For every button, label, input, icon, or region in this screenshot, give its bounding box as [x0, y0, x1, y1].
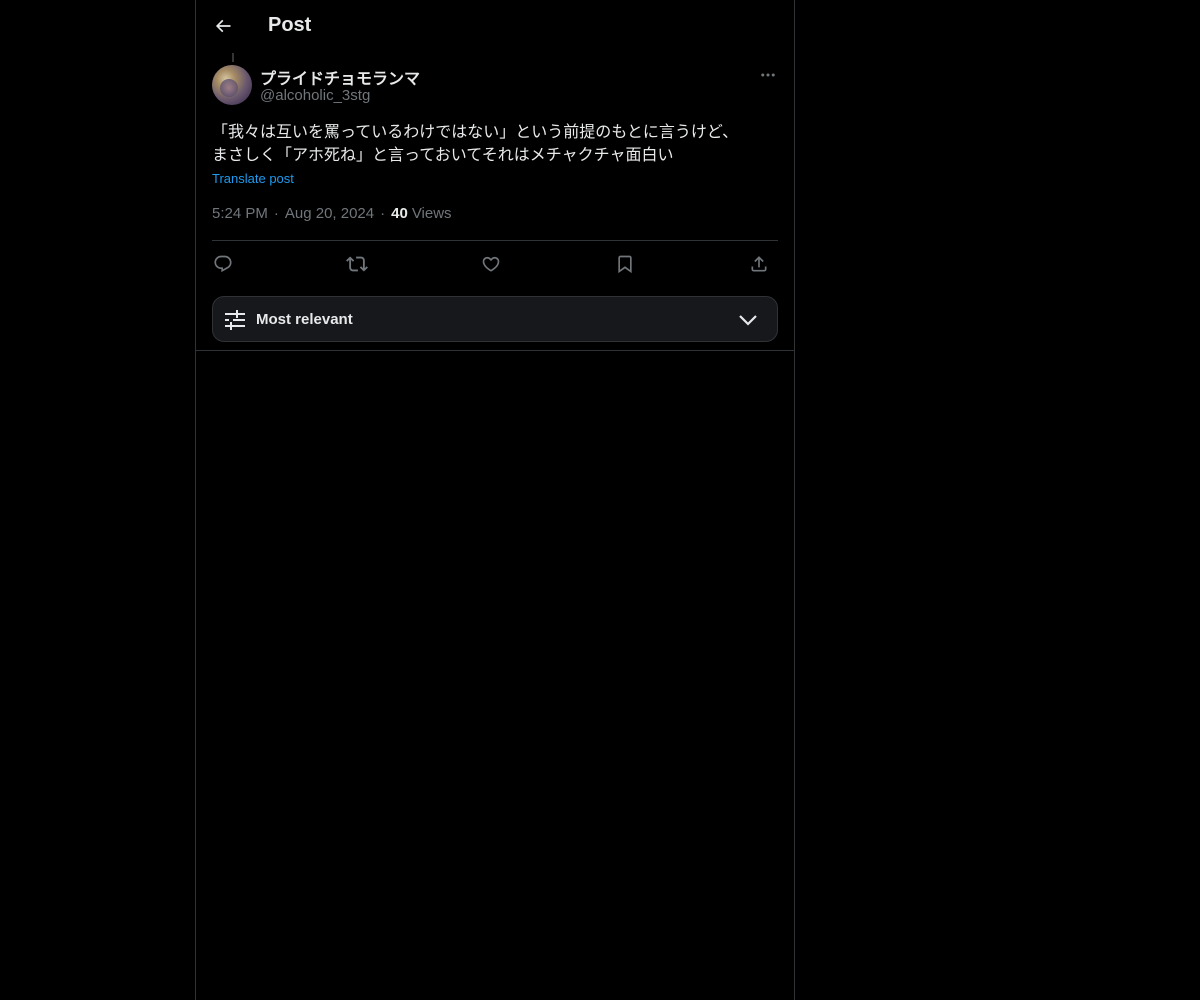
- meta-separator: ·: [273, 205, 279, 222]
- reply-icon: [213, 254, 233, 274]
- sliders-icon: [223, 308, 247, 332]
- sort-replies-dropdown[interactable]: Most relevant: [212, 296, 778, 342]
- more-options-button[interactable]: [756, 65, 780, 85]
- repost-icon: [346, 253, 368, 275]
- page-header: Post: [196, 0, 794, 53]
- section-divider: [196, 350, 794, 351]
- bookmark-icon: [615, 254, 635, 274]
- thread-connector: [232, 53, 234, 62]
- post-text-line: 「我々は互いを罵っているわけではない」という前提のもとに言うけど、: [212, 122, 739, 141]
- arrow-left-icon: [213, 16, 233, 36]
- post-text-line: まさしく「アホ死ね」と言っておいてそれはメチャクチャ面白い: [212, 145, 674, 164]
- translate-post-link[interactable]: Translate post: [212, 171, 294, 186]
- chevron-down-icon: [736, 308, 760, 332]
- divider: [212, 240, 778, 241]
- post-column: Post プライドチョモランマ @alcoholic_3stg 「我々は互いを罵…: [195, 0, 795, 1000]
- views-label: Views: [411, 205, 452, 222]
- reply-button[interactable]: [212, 252, 234, 276]
- sort-label: Most relevant: [256, 311, 353, 328]
- heart-icon: [481, 254, 501, 274]
- meta-separator: ·: [380, 205, 386, 222]
- repost-button[interactable]: [346, 252, 368, 276]
- author-handle[interactable]: @alcoholic_3stg: [260, 87, 370, 104]
- share-icon: [749, 254, 769, 274]
- post-time[interactable]: 5:24 PM: [212, 205, 268, 222]
- post-date[interactable]: Aug 20, 2024: [285, 205, 374, 222]
- post-text: 「我々は互いを罵っているわけではない」という前提のもとに言うけど、 まさしく「ア…: [212, 120, 782, 166]
- back-button[interactable]: [208, 11, 238, 41]
- bookmark-button[interactable]: [614, 252, 636, 276]
- author-display-name[interactable]: プライドチョモランマ: [260, 65, 420, 89]
- page-title: Post: [268, 14, 312, 36]
- views-count: 40: [391, 205, 408, 222]
- avatar[interactable]: [212, 65, 252, 105]
- more-horizontal-icon: [759, 66, 777, 84]
- like-button[interactable]: [480, 252, 502, 276]
- action-bar: [212, 252, 778, 276]
- post-metadata: 5:24 PM · Aug 20, 2024 · 40 Views: [212, 205, 452, 222]
- share-button[interactable]: [748, 252, 770, 276]
